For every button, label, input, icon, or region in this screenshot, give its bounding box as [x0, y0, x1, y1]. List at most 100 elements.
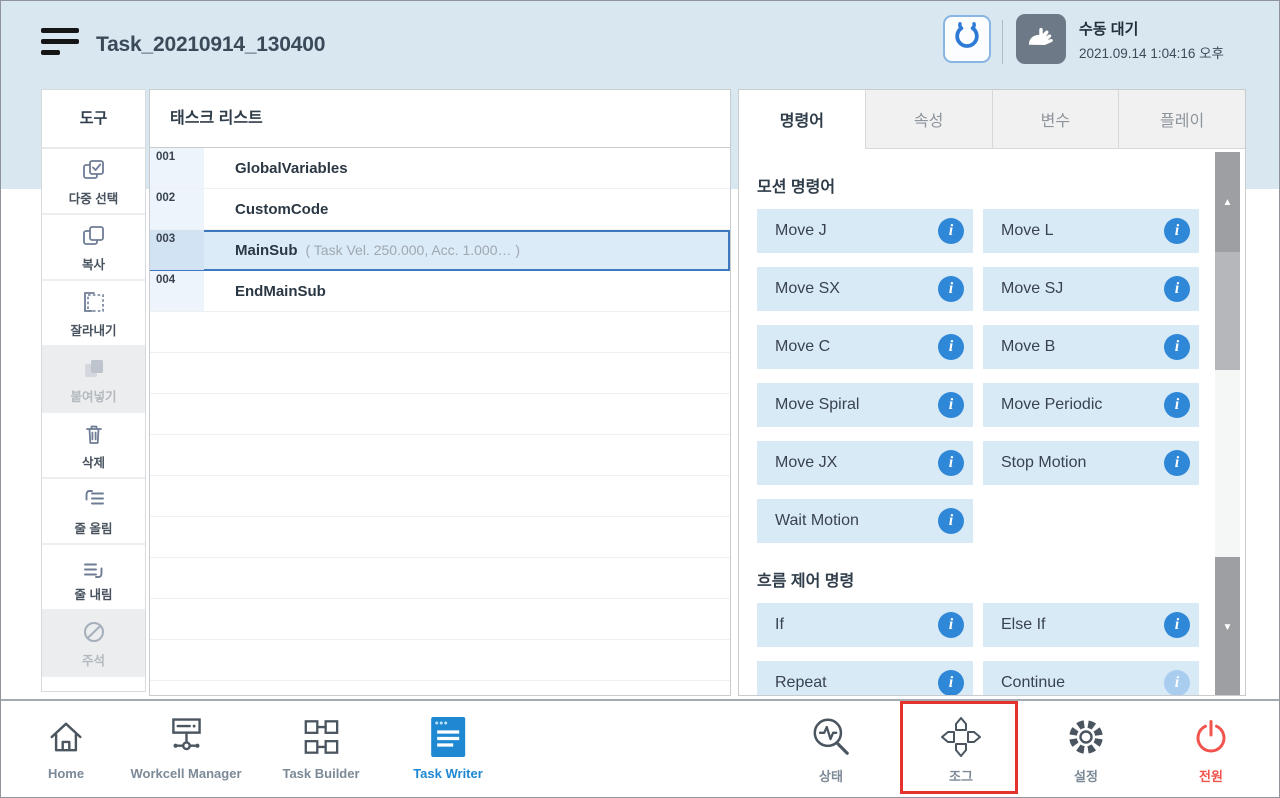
nav-label: 상태: [819, 766, 843, 785]
task-row-empty[interactable]: [150, 599, 730, 640]
command-move-jx-button[interactable]: Move JX i: [757, 441, 973, 485]
scroll-down-button[interactable]: ▼: [1215, 557, 1240, 696]
info-icon[interactable]: i: [1164, 670, 1190, 696]
tool-comment-button: 주석: [42, 611, 145, 677]
command-move-j-button[interactable]: Move Ji: [757, 209, 973, 253]
tab-command[interactable]: 명령어: [739, 90, 865, 149]
info-icon[interactable]: i: [1164, 612, 1190, 638]
info-icon[interactable]: i: [938, 450, 964, 476]
tab-property[interactable]: 속성: [865, 90, 992, 149]
hand-icon: [1022, 18, 1060, 61]
task-row-number: 001: [150, 148, 204, 188]
task-row[interactable]: 001GlobalVariables: [150, 148, 730, 189]
task-row-empty[interactable]: [150, 312, 730, 353]
command-wait-motion-button[interactable]: Wait Motion i: [757, 499, 973, 543]
tools-title: 도구: [42, 90, 145, 149]
multi-select-icon: [80, 156, 108, 186]
task-row-empty[interactable]: [150, 558, 730, 599]
info-icon[interactable]: i: [938, 276, 964, 302]
command-move-sj-button[interactable]: Move SJi: [983, 267, 1199, 311]
tool-line-up-button[interactable]: 줄 올림: [42, 479, 145, 545]
task-row-empty[interactable]: [150, 681, 730, 696]
workcell-manager-icon: [162, 711, 210, 763]
manual-mode-badge: [1016, 14, 1066, 64]
tool-label: 붙여넣기: [70, 386, 116, 405]
tool-delete-button[interactable]: 삭제: [42, 413, 145, 479]
nav-task-builder[interactable]: Task Builder: [282, 711, 359, 781]
paste-icon: [80, 354, 108, 384]
menu-icon[interactable]: [41, 28, 79, 55]
task-row-empty[interactable]: [150, 476, 730, 517]
command-label: Move C: [757, 338, 830, 356]
nav-label: Task Writer: [413, 766, 483, 781]
tools-sidebar: 도구 다중 선택복사잘라내기붙여넣기삭제줄 올림줄 내림주석: [41, 89, 146, 692]
task-row-empty[interactable]: [150, 353, 730, 394]
command-label: Move L: [983, 222, 1053, 240]
command-label: Move JX: [757, 454, 837, 472]
info-icon[interactable]: i: [1164, 334, 1190, 360]
info-icon[interactable]: i: [938, 508, 964, 534]
tab-play[interactable]: 플레이: [1118, 90, 1245, 149]
info-icon[interactable]: i: [938, 670, 964, 696]
command-stop-motion-button[interactable]: Stop Motioni: [983, 441, 1199, 485]
tool-copy-button[interactable]: 복사: [42, 215, 145, 281]
tool-label: 잘라내기: [70, 320, 116, 339]
tool-multi-select-button[interactable]: 다중 선택: [42, 149, 145, 215]
task-row[interactable]: 002CustomCode: [150, 189, 730, 230]
robot-mode-button[interactable]: [943, 15, 991, 63]
task-row-empty[interactable]: [150, 394, 730, 435]
info-icon[interactable]: i: [938, 392, 964, 418]
task-list-panel: 태스크 리스트 001GlobalVariables002CustomCode0…: [149, 89, 731, 696]
command-repeat-button[interactable]: Repeati: [757, 661, 973, 696]
command-label: Continue: [983, 674, 1065, 692]
nav-task-writer[interactable]: Task Writer: [413, 711, 483, 781]
copy-icon: [80, 222, 108, 252]
command-if-button[interactable]: Ifi: [757, 603, 973, 647]
tool-cut-button[interactable]: 잘라내기: [42, 281, 145, 347]
task-row[interactable]: 003MainSub( Task Vel. 250.000, Acc. 1.00…: [150, 230, 730, 271]
tool-label: 복사: [82, 254, 105, 273]
tool-label: 줄 내림: [75, 584, 113, 603]
task-row-empty[interactable]: [150, 517, 730, 558]
command-else-if-button[interactable]: Else Ifi: [983, 603, 1199, 647]
page-title: Task_20210914_130400: [96, 1, 325, 89]
command-move-b-button[interactable]: Move B i: [983, 325, 1199, 369]
nav-workcell-manager[interactable]: Workcell Manager: [130, 711, 241, 781]
command-move-spiral-button[interactable]: Move Spirali: [757, 383, 973, 427]
task-row-empty[interactable]: [150, 640, 730, 681]
task-writer-icon: [428, 711, 468, 763]
nav-status[interactable]: 상태: [808, 711, 854, 785]
task-row-name: EndMainSub: [235, 283, 326, 300]
command-label: Move B: [983, 338, 1055, 356]
info-icon[interactable]: i: [1164, 276, 1190, 302]
nav-home[interactable]: Home: [44, 711, 88, 781]
info-icon[interactable]: i: [938, 612, 964, 638]
info-icon[interactable]: i: [1164, 450, 1190, 476]
tab-variable[interactable]: 변수: [992, 90, 1119, 149]
info-icon[interactable]: i: [1164, 218, 1190, 244]
scrollbar: ▲ ▼: [1215, 152, 1240, 696]
header-divider: [1002, 20, 1003, 64]
command-move-sx-button[interactable]: Move SXi: [757, 267, 973, 311]
nav-jog[interactable]: 조그: [937, 711, 985, 785]
command-move-c-button[interactable]: Move C i: [757, 325, 973, 369]
tool-line-down-button[interactable]: 줄 내림: [42, 545, 145, 611]
info-icon[interactable]: i: [938, 218, 964, 244]
info-icon[interactable]: i: [938, 334, 964, 360]
command-label: Wait Motion: [757, 512, 859, 530]
nav-power[interactable]: 전원: [1189, 711, 1233, 785]
task-row[interactable]: 004EndMainSub: [150, 271, 730, 312]
info-icon[interactable]: i: [1164, 392, 1190, 418]
tool-label: 삭제: [82, 452, 105, 471]
scroll-up-button[interactable]: ▲: [1215, 152, 1240, 252]
scroll-thumb[interactable]: [1215, 252, 1240, 370]
command-move-l-button[interactable]: Move L i: [983, 209, 1199, 253]
power-icon: [1189, 711, 1233, 763]
task-row-empty[interactable]: [150, 435, 730, 476]
home-icon: [44, 711, 88, 763]
nav-label: Home: [48, 766, 84, 781]
command-continue-button[interactable]: Continue i: [983, 661, 1199, 696]
comment-icon: [80, 618, 108, 648]
nav-settings[interactable]: 설정: [1063, 711, 1109, 785]
command-move-periodic-button[interactable]: Move Periodici: [983, 383, 1199, 427]
